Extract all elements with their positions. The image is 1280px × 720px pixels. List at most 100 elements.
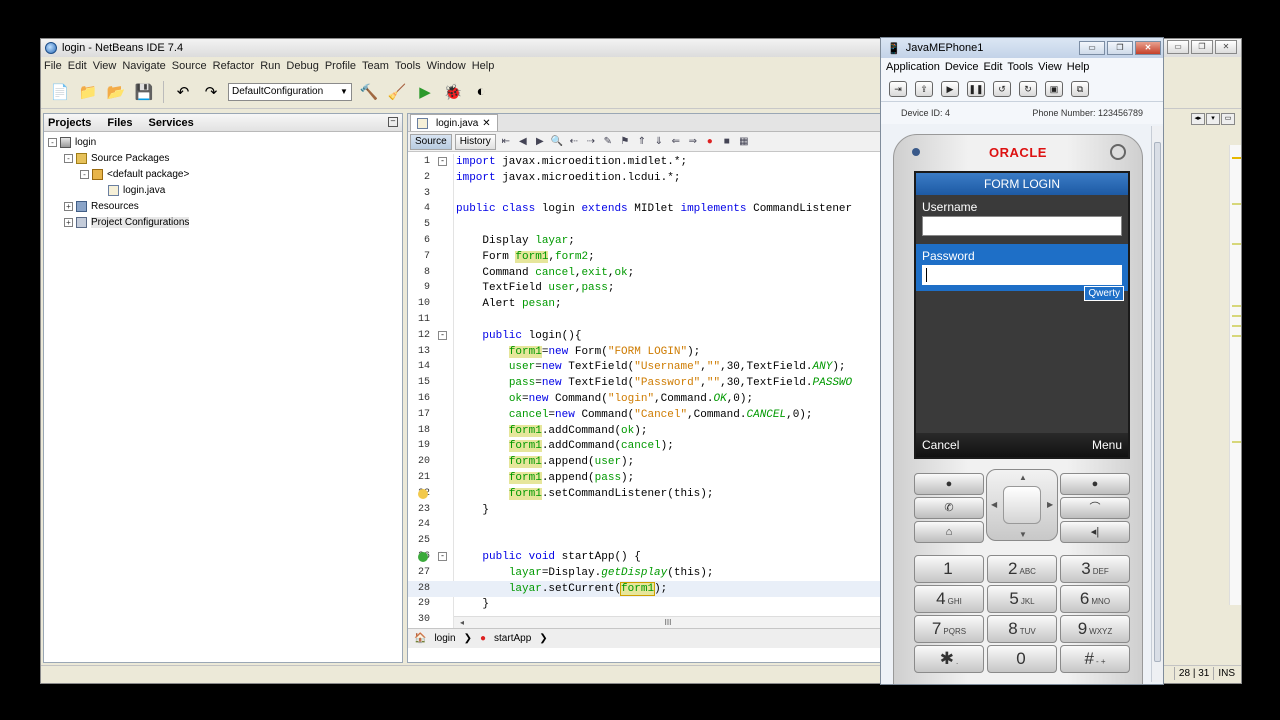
phone-menu-application[interactable]: Application: [886, 61, 940, 73]
error-stripe-mark[interactable]: [1232, 305, 1241, 307]
minimize-panel-icon[interactable]: –: [388, 117, 398, 127]
breadcrumb-class[interactable]: login: [434, 633, 455, 644]
error-stripe-mark[interactable]: [1232, 325, 1241, 327]
phone-menu-tools[interactable]: Tools: [1007, 61, 1033, 73]
open-project-icon[interactable]: 📂: [105, 81, 127, 103]
menu-navigate[interactable]: Navigate: [122, 60, 165, 72]
menu-window[interactable]: Window: [427, 60, 466, 72]
tree-item[interactable]: + Resources: [44, 198, 402, 214]
minimize-icon[interactable]: ▭: [1167, 40, 1189, 54]
error-stripe-mark[interactable]: [1232, 157, 1241, 159]
pause-icon[interactable]: ❚❚: [967, 80, 985, 97]
dpad-down-icon[interactable]: ▼: [1019, 530, 1027, 539]
code-line[interactable]: 9 TextField user,pass;: [408, 280, 882, 296]
find-next-icon[interactable]: ⇢: [584, 135, 598, 149]
code-line[interactable]: 16 ok=new Command("login",Command.OK,0);: [408, 391, 882, 407]
configuration-select[interactable]: DefaultConfiguration ▼: [228, 82, 352, 101]
tab-login-java[interactable]: login.java ✕: [410, 114, 498, 131]
restore-icon[interactable]: ❐: [1191, 40, 1213, 54]
rotate-icon[interactable]: ⇥: [889, 80, 907, 97]
phone-menu-view[interactable]: View: [1038, 61, 1062, 73]
shift-right-icon[interactable]: ⇒: [686, 135, 700, 149]
toggle-highlight-icon[interactable]: ✎: [601, 135, 615, 149]
horizontal-scrollbar[interactable]: ◂ III: [454, 616, 882, 628]
code-line[interactable]: 10 Alert pesan;: [408, 296, 882, 312]
menu-tools[interactable]: Tools: [395, 60, 421, 72]
minimize-icon[interactable]: ▭: [1079, 41, 1105, 55]
error-stripe-mark[interactable]: [1232, 243, 1241, 245]
tab-projects[interactable]: Projects: [48, 117, 91, 129]
code-line[interactable]: 12- public login(){: [408, 328, 882, 344]
new-project-icon[interactable]: 📁: [77, 81, 99, 103]
code-line[interactable]: 1- import javax.microedition.midlet.*;: [408, 154, 882, 170]
find-previous-icon[interactable]: ⇠: [567, 135, 581, 149]
forward-icon[interactable]: ▶: [533, 135, 547, 149]
undo-icon[interactable]: ↶: [172, 81, 194, 103]
home-icon[interactable]: ⌂: [914, 521, 984, 543]
clear-icon[interactable]: ◂|: [1060, 521, 1130, 543]
key-6[interactable]: 6 MNO: [1060, 585, 1130, 613]
username-field[interactable]: [922, 216, 1122, 236]
menu-view[interactable]: View: [93, 60, 117, 72]
tab-list-icon[interactable]: ▾: [1206, 113, 1220, 125]
key-8[interactable]: 8 TUV: [987, 615, 1057, 643]
breadcrumb-method[interactable]: startApp: [494, 633, 531, 644]
menu-help[interactable]: Help: [472, 60, 495, 72]
error-stripe-mark[interactable]: [1232, 315, 1241, 317]
code-line[interactable]: 14 user=new TextField("Username","",30,T…: [408, 359, 882, 375]
code-line[interactable]: 24: [408, 517, 882, 533]
code-area[interactable]: 1- import javax.microedition.midlet.*; 2 im…: [408, 154, 882, 628]
key-star[interactable]: ✱.: [914, 645, 984, 673]
code-line[interactable]: 15 pass=new TextField("Password","",30,T…: [408, 375, 882, 391]
phone-menu-edit[interactable]: Edit: [983, 61, 1002, 73]
collapse-icon[interactable]: -: [64, 153, 73, 163]
collapse-icon[interactable]: -: [80, 169, 89, 179]
menu-file[interactable]: File: [44, 60, 62, 72]
close-icon[interactable]: ✕: [1215, 40, 1237, 54]
key-5[interactable]: 5 JKL: [987, 585, 1057, 613]
code-line[interactable]: 20 form1.append(user);: [408, 454, 882, 470]
maximize-editor-icon[interactable]: ▭: [1221, 113, 1235, 125]
softkey-cancel[interactable]: Cancel: [922, 438, 959, 452]
menu-source[interactable]: Source: [172, 60, 207, 72]
code-line[interactable]: 17 cancel=new Command("Cancel",Command.C…: [408, 407, 882, 423]
tree-item[interactable]: + Project Configurations: [44, 214, 402, 230]
hint-bulb-icon[interactable]: [418, 488, 428, 499]
close-tab-icon[interactable]: ✕: [482, 118, 490, 129]
key-2[interactable]: 2 ABC: [987, 555, 1057, 583]
code-line[interactable]: 8 Command cancel,exit,ok;: [408, 265, 882, 281]
record-macro-icon[interactable]: ●: [703, 135, 717, 149]
code-line[interactable]: 6 Display layar;: [408, 233, 882, 249]
expand-icon[interactable]: +: [64, 217, 73, 227]
bookmark-icon[interactable]: ⚑: [618, 135, 632, 149]
code-line[interactable]: 26- public void startApp() {: [408, 549, 882, 565]
code-line[interactable]: 21 form1.append(pass);: [408, 470, 882, 486]
menu-run[interactable]: Run: [260, 60, 280, 72]
scroll-tabs-icon[interactable]: ◂▸: [1191, 113, 1205, 125]
code-line[interactable]: 29 }: [408, 596, 882, 612]
phone-vertical-scrollbar[interactable]: [1151, 126, 1163, 682]
last-edit-icon[interactable]: ⇤: [499, 135, 513, 149]
collapse-icon[interactable]: -: [48, 137, 57, 147]
comment-icon[interactable]: ▦: [737, 135, 751, 149]
clean-build-icon[interactable]: 🧹: [386, 81, 408, 103]
shift-left-icon[interactable]: ⇐: [669, 135, 683, 149]
inspect-icon[interactable]: ⧉: [1071, 80, 1089, 97]
find-icon[interactable]: 🔍: [550, 135, 564, 149]
code-line[interactable]: 11: [408, 312, 882, 328]
dpad-right-icon[interactable]: ▶: [1047, 500, 1053, 509]
code-line[interactable]: 13 form1=new Form("FORM LOGIN");: [408, 344, 882, 360]
dpad-select-button[interactable]: [1003, 486, 1041, 524]
stop-macro-icon[interactable]: ■: [720, 135, 734, 149]
next-bookmark-icon[interactable]: ⇓: [652, 135, 666, 149]
error-stripe-mark[interactable]: [1232, 335, 1241, 337]
resume-icon[interactable]: ▶: [941, 80, 959, 97]
redo-icon[interactable]: ↷: [200, 81, 222, 103]
end-call-icon[interactable]: ⌒: [1060, 497, 1130, 519]
dpad-up-icon[interactable]: ▲: [1019, 473, 1027, 482]
run-icon[interactable]: ▶: [414, 81, 436, 103]
call-icon[interactable]: ✆: [914, 497, 984, 519]
code-line[interactable]: 18 form1.addCommand(ok);: [408, 423, 882, 439]
tree-item[interactable]: login.java: [44, 182, 402, 198]
code-line[interactable]: 5: [408, 217, 882, 233]
